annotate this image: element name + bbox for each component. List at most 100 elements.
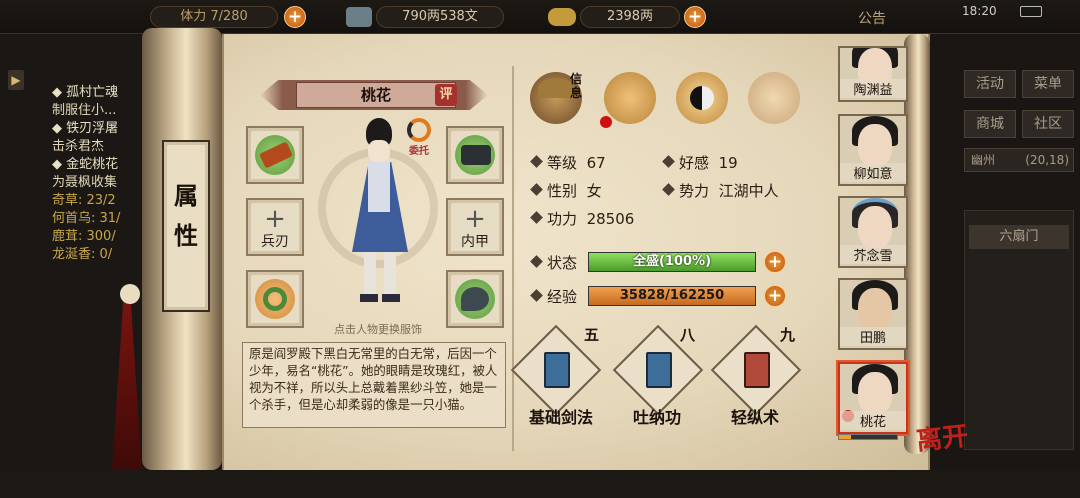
rate-button[interactable]: 评 [435,84,457,106]
restore-status-button[interactable]: + [764,251,786,273]
equip-slot-weapon[interactable]: + 兵刃 [246,198,304,256]
equip-slot-ring[interactable] [246,270,304,328]
character-leg [384,252,396,296]
stat-power: 功力 28506 [530,208,635,229]
gender-value: 女 [586,182,602,200]
stat-faction: 势力 江湖中人 [662,180,779,201]
add-exp-button[interactable]: + [764,285,786,307]
stat-gender: 性别 女 [530,180,602,201]
change-outfit-hint: 点击人物更换服饰 [334,323,422,336]
character-shoe [360,294,378,302]
diamond-icon [530,183,543,196]
bagua-tab[interactable] [676,72,728,124]
add-stamina-button[interactable]: + [284,6,306,28]
weapon-slot-label: 兵刃 [261,234,289,250]
portrait-face [858,206,892,248]
stamina-value: 7/280 [210,9,248,24]
map-label[interactable]: 六扇门 [969,225,1069,249]
diamond-icon [530,289,543,302]
equip-slot-bracer[interactable] [246,126,304,184]
character-name: 桃花 [296,82,456,108]
relationship-tab[interactable] [604,72,656,124]
clock: 18:20 [962,4,997,18]
bracer-icon [255,135,295,175]
expand-arrow-icon[interactable]: ▶ [8,70,24,90]
activity-button[interactable]: 活动 [964,70,1016,98]
character-description: 原是阎罗殿下黑白无常里的白无常，后因一个少年，易名“桃花”。她的眼睛是玫瑰红，被… [242,342,506,428]
portrait-name: 芥念雪 [840,245,906,264]
add-silver-button[interactable]: + [684,6,706,28]
leave-button[interactable]: 离开 [914,415,970,457]
portrait-progress [838,434,898,440]
community-button[interactable]: 社区 [1022,110,1074,138]
skill-name: 吐纳功 [632,408,681,427]
silver-value: 2398两 [580,6,680,28]
panel-divider [512,66,514,451]
copper-value: 790两538文 [376,6,504,28]
attribute-tab[interactable]: 属 性 [162,140,210,312]
copper-icon [346,7,372,27]
portrait-face [858,288,892,330]
character-inner-robe [368,162,390,212]
blue-book-icon [544,352,570,388]
status-label: 状态 [530,252,577,273]
minimap-panel[interactable]: 六扇门 [964,210,1074,450]
notification-dot [600,116,612,128]
info-tab-label: 信息 [570,72,583,100]
skill-name: 基础剑法 [528,408,593,427]
menu-button[interactable]: 菜单 [1022,70,1074,98]
meridian-tab[interactable] [748,72,800,124]
exp-label: 经验 [530,286,577,307]
straw-hat-icon [538,78,574,98]
diamond-icon [662,183,675,196]
character-figure[interactable] [318,118,438,318]
silver-ingot-icon [548,8,576,26]
diamond-icon [530,155,543,168]
status-bar-text: 全盛(100%) [632,254,712,269]
faction-value: 江湖中人 [718,182,779,200]
character-leg [364,252,376,296]
equip-slot-armor[interactable]: + 内甲 [446,198,504,256]
portrait-name: 田鹏 [840,327,906,346]
roster-portrait[interactable]: 芥念雪 [838,196,908,268]
equip-slot-hat[interactable] [446,126,504,184]
diamond-icon [662,155,675,168]
roster-portrait[interactable]: 陶渊益 [838,46,908,102]
roster-portrait[interactable]: 柳如意 [838,114,908,186]
diamond-icon [530,211,543,224]
roster-portrait[interactable]: 田鹏 [838,278,908,350]
skill-level: 五 [584,326,600,344]
stamina-display: 体力 7/280 [150,6,278,28]
exp-bar: 35828/162250 [588,286,756,306]
plus-icon: + [464,204,486,234]
stat-level: 等级 67 [530,152,606,173]
stat-favor: 好感 19 [662,152,738,173]
power-value: 28506 [586,210,635,228]
favor-value: 19 [718,154,738,172]
diamond-icon [530,255,543,268]
character-face [368,140,390,162]
roster-portrait-selected[interactable]: 桃花 [838,362,908,434]
hat-icon [455,135,495,175]
portrait-name: 柳如意 [840,163,906,182]
equip-slot-charm[interactable] [446,270,504,328]
notice-button[interactable]: 公告 [858,8,886,28]
blue-book-icon [646,352,672,388]
armor-slot-label: 内甲 [461,234,489,250]
shop-button[interactable]: 商城 [964,110,1016,138]
battery-icon [1020,6,1042,17]
portrait-name: 桃花 [840,411,906,430]
stamina-label: 体力 [180,9,207,24]
status-bar: 全盛(100%) [588,252,756,272]
attribute-tab-char2: 性 [174,222,198,250]
location-display: 幽州 (20,18) [964,148,1074,172]
exp-bar-text: 35828/162250 [619,288,725,303]
skill-name: 轻纵术 [730,408,779,427]
portrait-face [858,372,892,414]
plus-icon: + [264,204,286,234]
bottom-nav-bar [0,470,1080,498]
fish-charm-icon [455,279,495,319]
skill-level: 九 [780,326,796,344]
portrait-face [858,124,892,166]
skill-level: 八 [680,326,696,344]
